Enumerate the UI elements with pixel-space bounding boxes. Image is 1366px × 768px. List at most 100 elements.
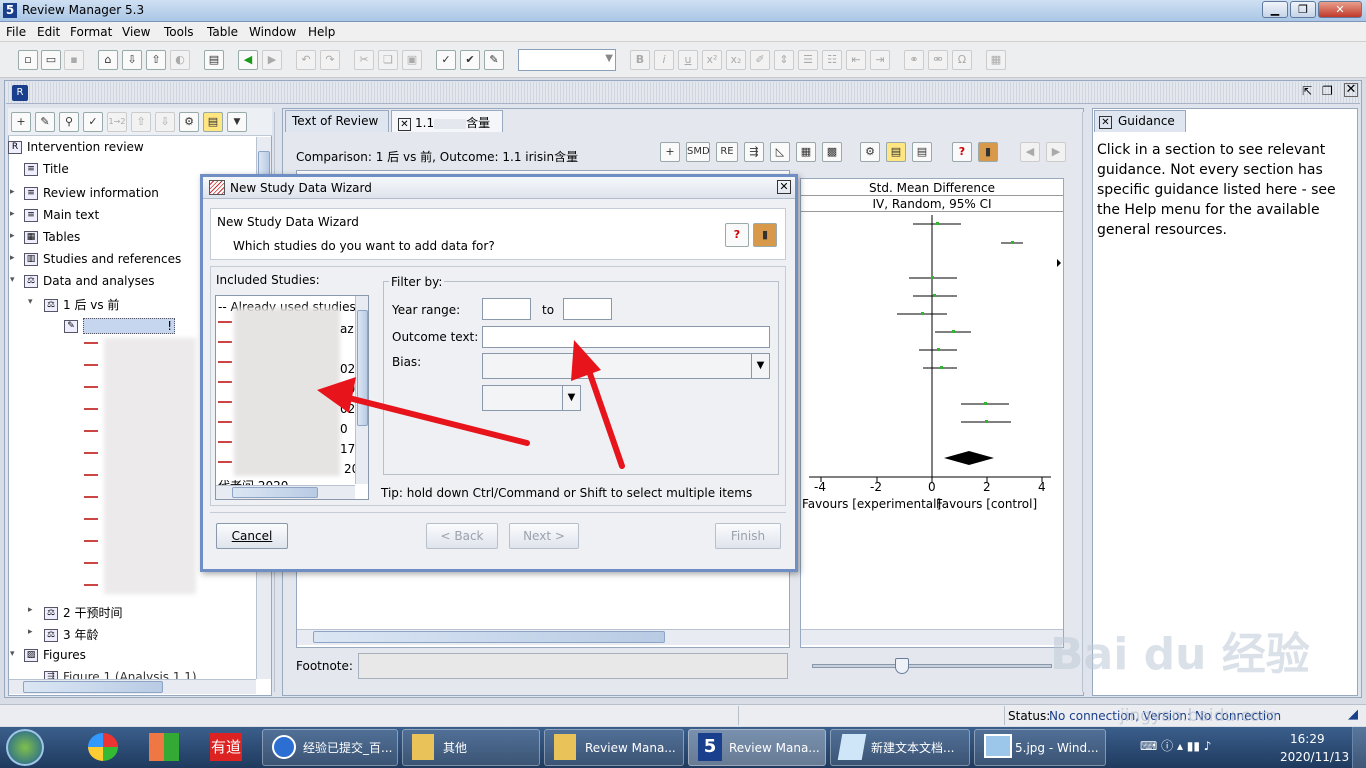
settings-icon[interactable]: ⚙ — [860, 142, 880, 162]
tree-outcome-1[interactable]: ✎! — [64, 318, 175, 334]
tab-analysis[interactable]: ✕ 1.1 含量 — [391, 110, 503, 132]
move-down-icon[interactable]: ⇩ — [155, 112, 175, 132]
note-icon[interactable]: ▤ — [203, 112, 223, 132]
note-icon[interactable]: ▤ — [886, 142, 906, 162]
collapse-icon[interactable]: ▾ — [10, 275, 18, 285]
zoom-slider[interactable] — [812, 658, 1052, 674]
office-icon[interactable] — [149, 733, 179, 761]
upload-icon[interactable]: ⇧ — [146, 50, 166, 70]
browser-icon[interactable] — [88, 733, 118, 761]
back-button[interactable]: < Back — [426, 523, 498, 549]
prev-arrow-icon[interactable]: ◀ — [1020, 142, 1040, 162]
tree-item-review-info[interactable]: ≡ Review information — [24, 186, 159, 200]
splitter[interactable] — [1082, 112, 1090, 692]
undo-icon[interactable]: ↶ — [296, 50, 316, 70]
indent-icon[interactable]: ⇥ — [870, 50, 890, 70]
add-data-icon[interactable]: + — [660, 142, 680, 162]
gear-icon[interactable]: ⚙ — [179, 112, 199, 132]
tree-item-tables[interactable]: ▦ Tables — [24, 230, 80, 244]
symbol-button[interactable]: Ω — [952, 50, 972, 70]
paste-icon[interactable]: ▣ — [402, 50, 422, 70]
tab-close-icon[interactable]: ✕ — [398, 118, 411, 131]
outcome-text-input[interactable] — [482, 326, 770, 348]
back-arrow-icon[interactable]: ◀ — [238, 50, 258, 70]
collapse-icon[interactable]: ▾ — [10, 649, 18, 659]
smd-button[interactable]: SMD — [686, 142, 710, 162]
tab-guidance[interactable]: ✕ Guidance — [1094, 110, 1186, 132]
new-file-icon[interactable]: ▫ — [18, 50, 38, 70]
finish-button[interactable]: Finish — [715, 523, 781, 549]
start-button[interactable] — [6, 729, 44, 766]
underline-button[interactable]: u — [678, 50, 698, 70]
table-icon[interactable]: ▦ — [986, 50, 1006, 70]
menu-help[interactable]: Help — [308, 25, 335, 39]
re-button[interactable]: RE — [716, 142, 738, 162]
tree-comparison-2[interactable]: ⚖ 2 干预时间 — [44, 604, 122, 621]
expand-icon[interactable]: ▸ — [10, 187, 18, 197]
numbered-list-icon[interactable]: ☷ — [822, 50, 842, 70]
list-horizontal-scrollbar[interactable] — [216, 485, 355, 499]
style-combo[interactable]: ▼ — [518, 49, 616, 71]
clock-date[interactable]: 2020/11/13 — [1280, 750, 1349, 764]
youdao-icon[interactable]: 有道 — [210, 733, 242, 761]
help-icon[interactable]: ? — [952, 142, 972, 162]
help-icon[interactable]: ? — [725, 223, 749, 247]
bias-select[interactable]: ▼ — [482, 353, 770, 379]
dropdown-icon[interactable]: ▼ — [227, 112, 247, 132]
home-icon[interactable]: ⌂ — [98, 50, 118, 70]
redo-icon[interactable]: ↷ — [320, 50, 340, 70]
tab-close-icon[interactable]: ✕ — [1099, 116, 1112, 129]
slider-thumb[interactable] — [895, 658, 909, 674]
copy-icon[interactable]: ❏ — [378, 50, 398, 70]
restore-icon[interactable]: ❐ — [1322, 84, 1333, 98]
spellcheck-icon[interactable]: ✓ — [436, 50, 456, 70]
edit-item-icon[interactable]: ✎ — [35, 112, 55, 132]
forest-plot-icon[interactable]: ⇶ — [744, 142, 764, 162]
tree-horizontal-scrollbar[interactable] — [9, 679, 256, 694]
save-icon[interactable]: ▪ — [64, 50, 84, 70]
next-arrow-icon[interactable]: ▶ — [1046, 142, 1066, 162]
menu-tools[interactable]: Tools — [164, 25, 194, 39]
show-desktop-button[interactable] — [1352, 727, 1366, 768]
tree-comparison-1[interactable]: ⚖ 1 后 vs 前 — [44, 296, 119, 313]
float-icon[interactable]: ⇱ — [1302, 84, 1312, 98]
print-icon[interactable]: ▤ — [912, 142, 932, 162]
tree-item-figures[interactable]: ▨ Figures — [24, 648, 86, 662]
tree-root[interactable]: R Intervention review — [8, 140, 144, 154]
forward-arrow-icon[interactable]: ▶ — [262, 50, 282, 70]
notes-icon[interactable]: ✎ — [484, 50, 504, 70]
scroll-thumb[interactable] — [313, 631, 665, 643]
add-item-icon[interactable]: + — [11, 112, 31, 132]
bold-button[interactable]: B — [630, 50, 650, 70]
expand-icon[interactable]: ▸ — [10, 209, 18, 219]
close-button[interactable]: ✕ — [1318, 1, 1362, 18]
footnote-field[interactable] — [358, 653, 788, 679]
menu-view[interactable]: View — [122, 25, 150, 39]
marker-icon[interactable]: ⇕ — [774, 50, 794, 70]
grid-icon[interactable]: ▩ — [822, 142, 842, 162]
tab-text-of-review[interactable]: Text of Review — [285, 110, 389, 132]
expand-icon[interactable]: ▸ — [28, 627, 36, 637]
menu-window[interactable]: Window — [249, 25, 296, 39]
resize-grip-icon[interactable]: ◢ — [1348, 707, 1358, 722]
sync-icon[interactable]: ◐ — [170, 50, 190, 70]
clock-time[interactable]: 16:29 — [1290, 732, 1325, 746]
italic-button[interactable]: i — [654, 50, 674, 70]
collapse-icon[interactable]: ▾ — [28, 297, 36, 307]
link-icon[interactable]: ⚭ — [904, 50, 924, 70]
expand-icon[interactable]: ▸ — [10, 231, 18, 241]
menu-edit[interactable]: Edit — [37, 25, 60, 39]
tree-item-data-analyses[interactable]: ⚖ Data and analyses — [24, 274, 155, 288]
tree-comparison-3[interactable]: ⚖ 3 年龄 — [44, 626, 98, 643]
move-up-icon[interactable]: ⇧ — [131, 112, 151, 132]
year-from-input[interactable] — [482, 298, 531, 320]
year-to-input[interactable] — [563, 298, 612, 320]
properties-icon[interactable]: ⚲ — [59, 112, 79, 132]
forest-horizontal-scrollbar[interactable] — [801, 629, 1063, 645]
scroll-thumb[interactable] — [357, 310, 368, 426]
frame-close-icon[interactable]: ✕ — [1344, 83, 1358, 97]
book-icon[interactable]: ▮ — [753, 223, 777, 247]
check-icon[interactable]: ✓ — [83, 112, 103, 132]
included-studies-list[interactable]: -- Already used studies az 020 20 020 0 … — [215, 295, 369, 500]
tree-item-studies[interactable]: ▥ Studies and references — [24, 252, 181, 266]
